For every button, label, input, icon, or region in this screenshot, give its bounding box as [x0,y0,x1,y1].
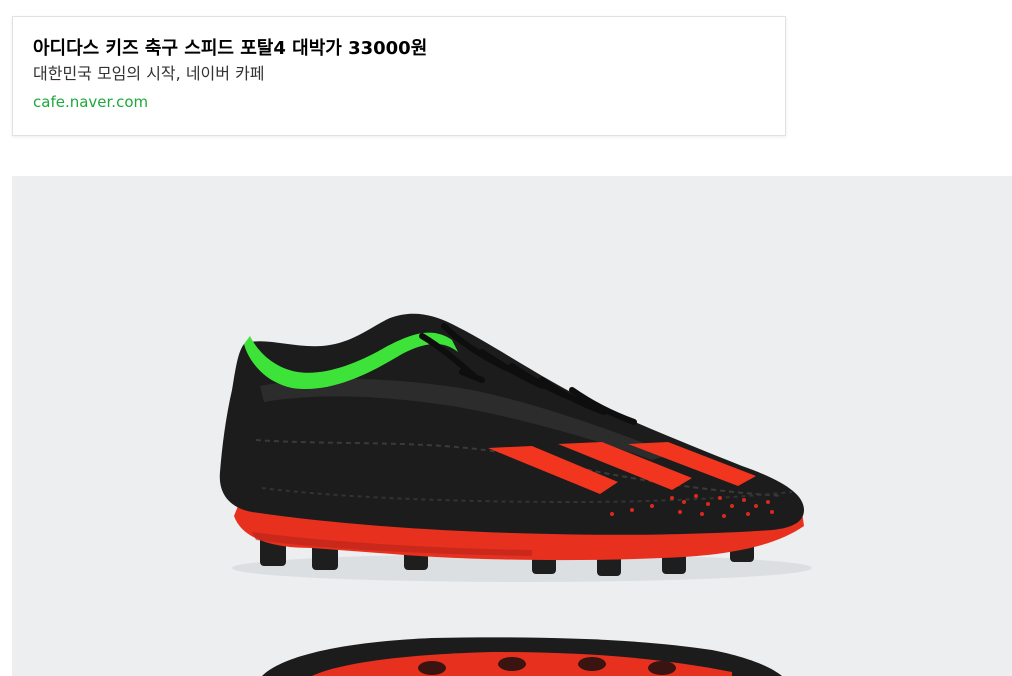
soccer-cleat-illustration [219,313,812,676]
product-image [12,176,1012,676]
link-preview-description: 대한민국 모임의 시작, 네이버 카페 [33,64,265,83]
link-preview-url[interactable]: cafe.naver.com [33,91,765,113]
link-preview-card[interactable]: 아디다스 키즈 축구 스피드 포탈4 대박가 33000원 대한민국 모임의 시… [12,16,786,136]
link-preview-title[interactable]: 아디다스 키즈 축구 스피드 포탈4 대박가 33000원 [33,37,765,61]
